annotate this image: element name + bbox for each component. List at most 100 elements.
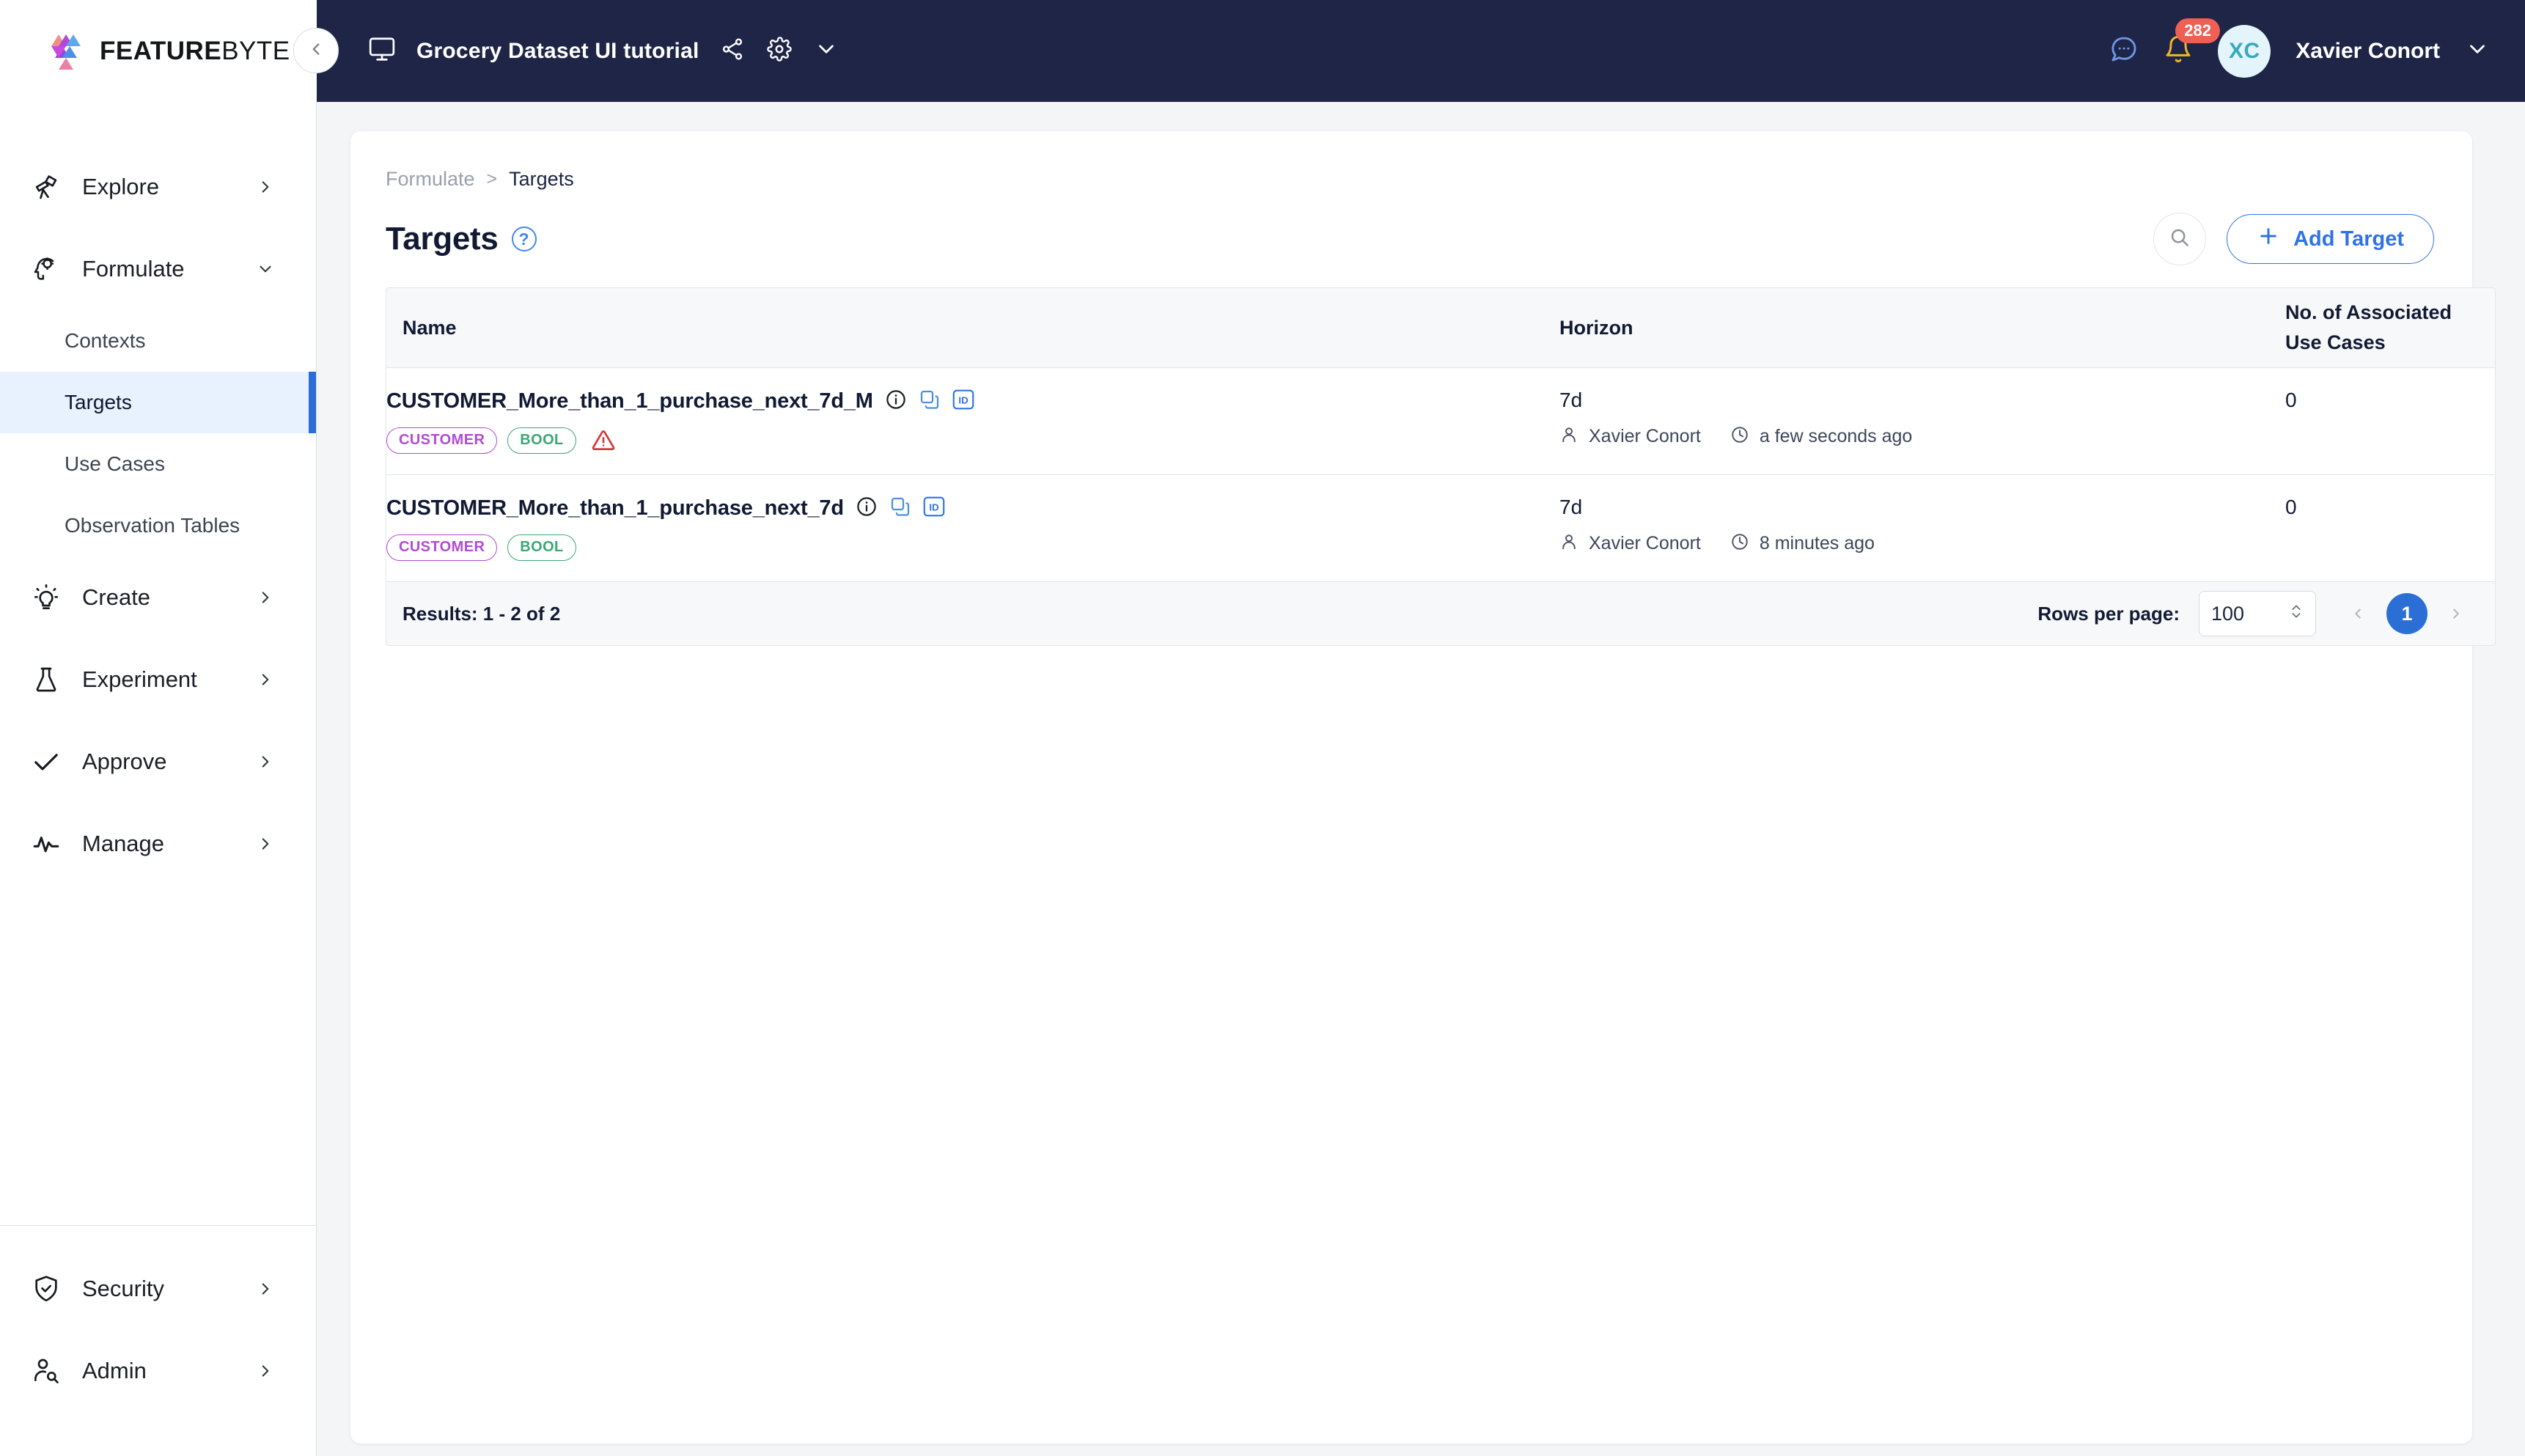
id-icon[interactable]: ID: [923, 496, 945, 521]
results-count: Results: 1 - 2 of 2: [403, 602, 561, 625]
add-target-label: Add Target: [2293, 227, 2404, 251]
column-header-horizon[interactable]: Horizon: [1559, 304, 2285, 353]
next-page-button[interactable]: [2433, 591, 2479, 636]
breadcrumb-separator: >: [486, 169, 498, 189]
project-selector[interactable]: Grocery Dataset UI tutorial: [368, 35, 839, 67]
sidebar-item-label: Admin: [82, 1358, 147, 1383]
notifications-button[interactable]: 282: [2164, 18, 2220, 67]
clock-icon: [1730, 532, 1749, 555]
sidebar-item-label: Explore: [82, 174, 160, 199]
page-title: Targets: [386, 221, 499, 257]
sidebar-item-explore[interactable]: Explore: [0, 146, 316, 228]
updated-time: 8 minutes ago: [1759, 533, 1875, 554]
tag-entity[interactable]: CUSTOMER: [386, 427, 498, 454]
sidebar-item-observation-tables[interactable]: Observation Tables: [0, 495, 316, 556]
telescope-icon: [29, 172, 63, 202]
flask-icon: [29, 665, 63, 694]
chevron-right-icon: [256, 670, 275, 689]
horizon-value: 7d: [1559, 496, 1583, 518]
help-icon[interactable]: ?: [511, 227, 537, 251]
top-bar-actions: 282 XC Xavier Conort: [2109, 18, 2490, 78]
page-number-1[interactable]: 1: [2386, 593, 2427, 634]
person-icon: [1559, 425, 1578, 448]
sidebar-item-manage[interactable]: Manage: [0, 803, 316, 885]
author-name: Xavier Conort: [1589, 533, 1701, 554]
breadcrumb-current: Targets: [509, 168, 574, 190]
sidebar-item-admin[interactable]: Admin: [0, 1330, 316, 1412]
targets-table: Name Horizon No. of Associated Use Cases…: [386, 287, 2496, 646]
target-name[interactable]: CUSTOMER_More_than_1_purchase_next_7d_M: [386, 389, 873, 413]
sidebar-item-create[interactable]: Create: [0, 556, 316, 639]
cell-name: CUSTOMER_More_than_1_purchase_next_7d_M …: [386, 389, 1559, 454]
sidebar: Explore Formulate Contexts Targets Use C…: [0, 102, 317, 1456]
sidebar-item-targets[interactable]: Targets: [0, 372, 316, 433]
column-header-use-cases[interactable]: No. of Associated Use Cases: [2285, 288, 2480, 367]
sidebar-item-use-cases[interactable]: Use Cases: [0, 433, 316, 495]
sidebar-item-contexts[interactable]: Contexts: [0, 310, 316, 372]
sidebar-item-experiment[interactable]: Experiment: [0, 639, 316, 721]
sidebar-item-label: Create: [82, 584, 151, 610]
person-icon: [1559, 532, 1578, 555]
page-header: Targets ? Add Target: [386, 213, 2434, 265]
pulse-icon: [29, 829, 63, 858]
copy-icon[interactable]: [889, 496, 911, 521]
project-chevron-down-icon[interactable]: [814, 37, 839, 65]
user-name[interactable]: Xavier Conort: [2296, 39, 2440, 64]
table-row[interactable]: CUSTOMER_More_than_1_purchase_next_7d ID…: [386, 475, 2495, 582]
table-row[interactable]: CUSTOMER_More_than_1_purchase_next_7d_M …: [386, 368, 2495, 475]
sidebar-item-label: Experiment: [82, 666, 197, 692]
column-header-line1: No. of Associated: [2285, 301, 2452, 323]
chat-icon[interactable]: [2109, 34, 2139, 67]
breadcrumb-parent[interactable]: Formulate: [386, 168, 475, 191]
horizon-value: 7d: [1559, 389, 1583, 411]
use-cases-count: 0: [2285, 389, 2297, 411]
column-header-name[interactable]: Name: [386, 304, 1559, 353]
info-icon[interactable]: [856, 496, 878, 521]
prev-page-button[interactable]: [2335, 591, 2381, 636]
info-icon[interactable]: [885, 389, 907, 414]
share-icon[interactable]: [720, 37, 745, 65]
chevron-right-icon: [256, 1279, 275, 1298]
chevron-down-icon: [256, 260, 275, 279]
pagination: 1: [2335, 591, 2479, 636]
warning-triangle-icon[interactable]: [591, 428, 616, 453]
column-header-line2: Use Cases: [2285, 331, 2386, 353]
plus-icon: [2257, 224, 2280, 254]
chevron-right-icon: [256, 588, 275, 607]
sidebar-sub-label: Observation Tables: [65, 514, 240, 537]
rows-per-page-select[interactable]: 100: [2199, 591, 2316, 636]
sidebar-secondary-nav: Security Admin: [0, 1225, 316, 1456]
avatar[interactable]: XC: [2218, 24, 2271, 78]
clock-icon: [1730, 425, 1749, 448]
tag-dtype[interactable]: BOOL: [507, 427, 576, 454]
svg-text:ID: ID: [929, 502, 938, 513]
user-chevron-down-icon[interactable]: [2465, 37, 2490, 65]
sidebar-item-label: Security: [82, 1276, 164, 1301]
sidebar-item-security[interactable]: Security: [0, 1248, 316, 1330]
cell-horizon: 7d Xavier Conort 8 minutes ago: [1559, 496, 2285, 555]
add-target-button[interactable]: Add Target: [2227, 214, 2434, 264]
gear-icon[interactable]: [766, 37, 792, 65]
tag-entity[interactable]: CUSTOMER: [386, 534, 498, 561]
search-icon: [2169, 227, 2191, 252]
targets-panel: Formulate > Targets Targets ? Add Target…: [350, 131, 2496, 1444]
rows-per-page-value: 100: [2211, 602, 2245, 625]
app-logo[interactable]: FEATUREBYTE: [45, 33, 290, 70]
id-icon[interactable]: ID: [952, 389, 974, 414]
sidebar-item-approve[interactable]: Approve: [0, 721, 316, 803]
use-cases-count: 0: [2285, 496, 2297, 518]
sidebar-sub-label: Use Cases: [65, 452, 165, 475]
search-button[interactable]: [2153, 213, 2207, 265]
check-icon: [29, 747, 63, 776]
tag-dtype[interactable]: BOOL: [507, 534, 576, 561]
target-name[interactable]: CUSTOMER_More_than_1_purchase_next_7d: [386, 496, 844, 521]
main-content: Formulate > Targets Targets ? Add Target…: [317, 102, 2525, 1456]
notification-badge: 282: [2175, 18, 2220, 44]
sidebar-collapse-button[interactable]: [293, 28, 339, 73]
copy-icon[interactable]: [919, 389, 941, 414]
top-bar: FEATUREBYTE Grocery Dataset UI tutorial: [0, 0, 2525, 102]
sidebar-item-formulate[interactable]: Formulate: [0, 228, 316, 310]
svg-text:ID: ID: [958, 395, 968, 406]
chevron-right-icon: [256, 752, 275, 771]
updown-chevron-icon: [2289, 602, 2304, 626]
